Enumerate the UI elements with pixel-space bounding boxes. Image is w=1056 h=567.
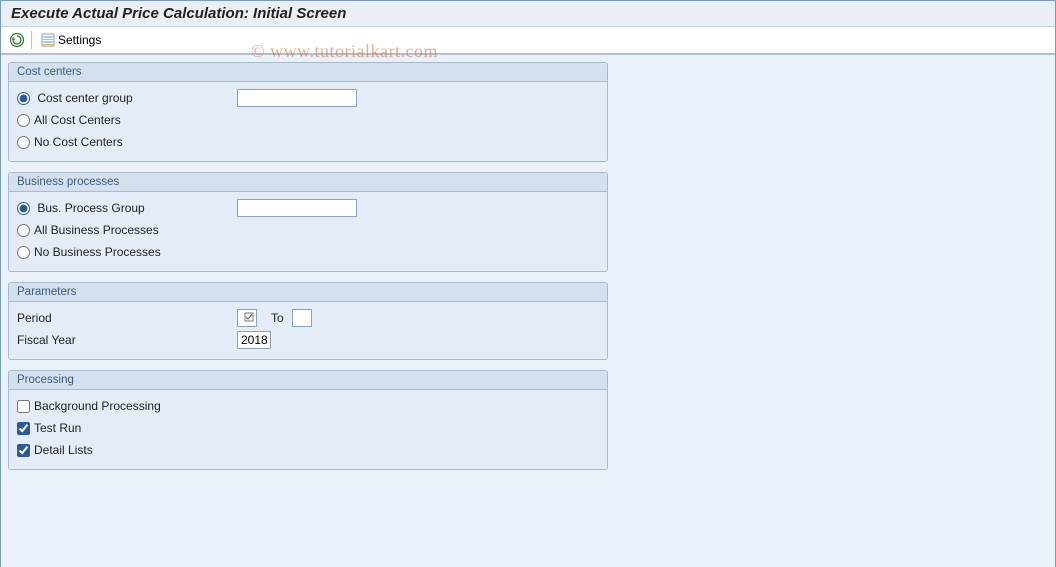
groupbox-header: Cost centers (9, 63, 607, 82)
checkbox-detail-lists[interactable]: Detail Lists (17, 443, 93, 457)
checkbox-background-processing[interactable]: Background Processing (17, 399, 161, 413)
content-area: Cost centers Cost center group All Cost … (1, 55, 1055, 567)
groupbox-cost-centers: Cost centers Cost center group All Cost … (8, 62, 608, 162)
fiscal-year-label: Fiscal Year (17, 333, 237, 347)
radio-no-cost-centers[interactable]: No Cost Centers (17, 135, 123, 149)
radio-label: No Business Processes (34, 245, 161, 259)
checkbox-detail-lists-input[interactable] (17, 444, 30, 457)
list-icon (41, 33, 55, 47)
radio-no-business-processes-input[interactable] (17, 246, 30, 259)
cost-center-group-input[interactable] (237, 89, 357, 107)
checkbox-test-run-input[interactable] (17, 422, 30, 435)
groupbox-business-processes: Business processes Bus. Process Group Al… (8, 172, 608, 272)
settings-label: Settings (58, 33, 101, 47)
radio-cost-center-group[interactable]: Cost center group (17, 91, 237, 105)
groupbox-parameters: Parameters Period To Fiscal Year (8, 282, 608, 360)
checkbox-label: Test Run (34, 421, 81, 435)
radio-label: All Cost Centers (34, 113, 121, 127)
settings-button[interactable]: Settings (36, 31, 106, 49)
radio-label: Cost center group (37, 91, 132, 105)
radio-label: Bus. Process Group (37, 201, 144, 215)
page-title: Execute Actual Price Calculation: Initia… (1, 1, 1055, 27)
toolbar: Settings (1, 27, 1055, 55)
groupbox-processing: Processing Background Processing Test Ru… (8, 370, 608, 470)
radio-all-business-processes[interactable]: All Business Processes (17, 223, 159, 237)
radio-label: All Business Processes (34, 223, 159, 237)
period-to-input[interactable] (292, 309, 312, 327)
checkbox-test-run[interactable]: Test Run (17, 421, 81, 435)
radio-no-business-processes[interactable]: No Business Processes (17, 245, 161, 259)
bus-process-group-input[interactable] (237, 199, 357, 217)
to-label: To (257, 311, 292, 325)
checkbox-label: Background Processing (34, 399, 161, 413)
groupbox-header: Parameters (9, 283, 607, 302)
groupbox-header: Processing (9, 371, 607, 390)
fiscal-year-input[interactable] (237, 331, 271, 349)
groupbox-header: Business processes (9, 173, 607, 192)
period-label: Period (17, 311, 237, 325)
radio-all-business-processes-input[interactable] (17, 224, 30, 237)
radio-bus-process-group[interactable]: Bus. Process Group (17, 201, 237, 215)
checkbox-background-processing-input[interactable] (17, 400, 30, 413)
checkbox-label: Detail Lists (34, 443, 93, 457)
radio-bus-process-group-input[interactable] (17, 202, 30, 215)
radio-all-cost-centers[interactable]: All Cost Centers (17, 113, 121, 127)
radio-all-cost-centers-input[interactable] (17, 114, 30, 127)
radio-label: No Cost Centers (34, 135, 123, 149)
period-from-input[interactable] (237, 309, 257, 327)
toolbar-separator (31, 31, 32, 49)
radio-cost-center-group-input[interactable] (17, 92, 30, 105)
radio-no-cost-centers-input[interactable] (17, 136, 30, 149)
execute-icon[interactable] (9, 32, 25, 48)
